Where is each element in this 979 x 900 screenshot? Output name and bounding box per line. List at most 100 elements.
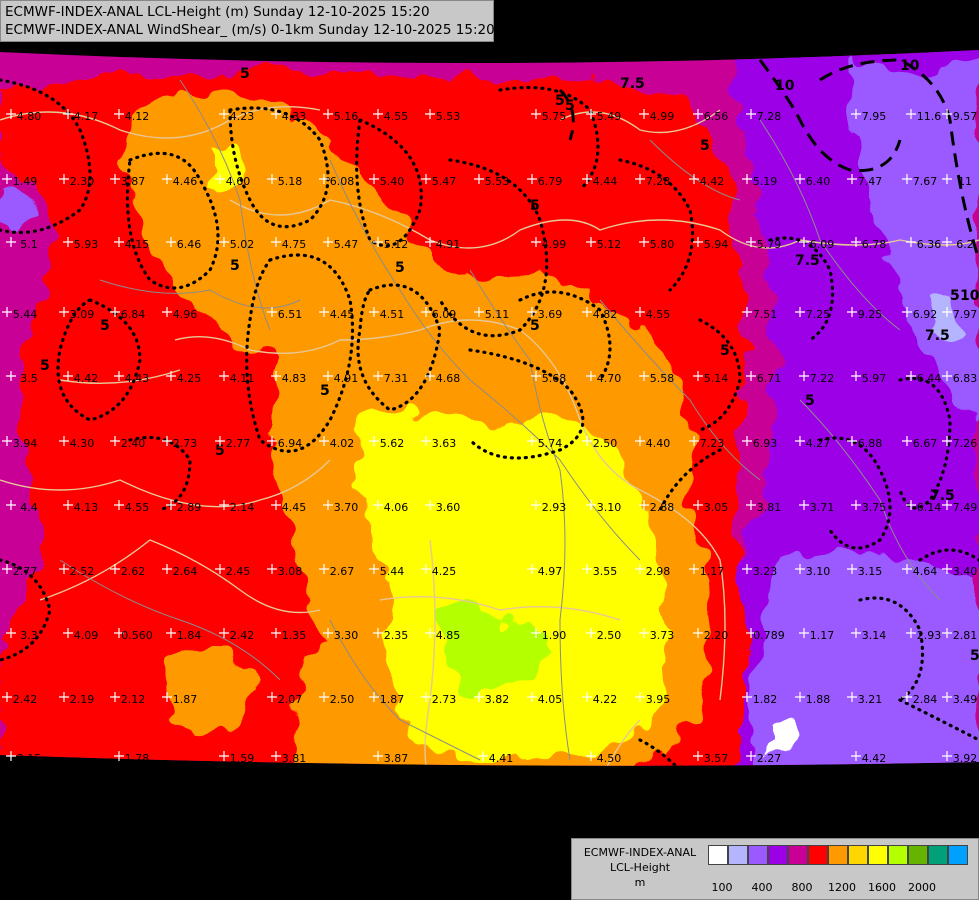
station-value: 3.81 (282, 752, 307, 765)
isotach-label: 10 (775, 78, 795, 94)
station-value: 2.77 (13, 565, 38, 578)
station-value: 3.5 (20, 372, 38, 385)
station-value: 4.25 (432, 565, 457, 578)
station-value: 5.12 (384, 238, 409, 251)
station-value: 7.23 (700, 437, 725, 450)
title-box: ECMWF-INDEX-ANAL LCL-Height (m) Sunday 1… (0, 0, 495, 42)
station-value: 4.83 (282, 372, 307, 385)
station-value: 11 (958, 175, 972, 188)
station-value: 3.15 (858, 565, 883, 578)
isotach-label: 10 (960, 288, 979, 304)
station-value: 2.45 (226, 565, 251, 578)
station-value: 5.16 (334, 110, 359, 123)
station-value: 5.44 (380, 565, 405, 578)
station-value: 5.74 (538, 437, 563, 450)
station-value: 4.80 (17, 110, 42, 123)
station-value: 5.75 (542, 110, 567, 123)
station-value: 4.17 (74, 110, 99, 123)
station-value: 4.45 (330, 308, 355, 321)
station-value: 3.87 (384, 752, 409, 765)
station-value: 2.50 (597, 629, 622, 642)
legend-tick-label: 400 (751, 881, 773, 894)
station-value: 5.68 (542, 372, 567, 385)
station-value: 2.42 (13, 693, 38, 706)
station-value: 3.08 (278, 565, 303, 578)
station-value: 7.47 (858, 175, 883, 188)
station-value: 2.73 (432, 693, 457, 706)
station-value: 4.11 (230, 372, 255, 385)
station-value: 3.94 (13, 437, 38, 450)
station-value: 6.40 (806, 175, 831, 188)
isotach-label: 5 (320, 383, 330, 399)
station-value: 4.45 (282, 501, 307, 514)
station-value: 5.53 (485, 175, 510, 188)
station-value: 4.46 (173, 175, 198, 188)
station-value: 6.44 (917, 372, 942, 385)
isotach-label: 10 (900, 58, 920, 74)
station-value: 5.18 (278, 175, 303, 188)
station-value: 2.64 (173, 565, 198, 578)
station-value: 6.92 (913, 308, 938, 321)
station-value: 6.71 (757, 372, 782, 385)
station-value: 4.55 (646, 308, 671, 321)
station-value: 1.35 (282, 629, 307, 642)
station-value: 5.79 (757, 238, 782, 251)
station-value: 3.30 (334, 629, 359, 642)
station-value: 5.12 (597, 238, 622, 251)
isotach-label: 5 (720, 343, 730, 359)
station-value: 6.84 (121, 308, 146, 321)
station-value: 6.36 (917, 238, 942, 251)
legend-title: ECMWF-INDEX-ANAL LCL-Height m (576, 845, 704, 890)
legend-swatch (788, 845, 808, 865)
isotach-label: 5 (950, 288, 960, 304)
station-value: 4.12 (125, 110, 150, 123)
isotach-label: 5 (240, 66, 250, 82)
isotach-label: 5 (530, 198, 540, 214)
lcl-height-map: 55555555555555557.57.57.57.5101010 4.80 4… (0, 0, 979, 900)
station-value: 4.97 (538, 565, 563, 578)
station-value: 7.67 (913, 175, 938, 188)
isotach-label: 5 (805, 393, 815, 409)
station-value: 1.78 (125, 752, 150, 765)
station-value: 4.50 (597, 752, 622, 765)
station-value: 4.25 (177, 372, 202, 385)
station-value: 3.55 (593, 565, 618, 578)
station-value: 2.14 (230, 501, 255, 514)
station-value: 2.50 (330, 693, 355, 706)
station-value: 4.44 (593, 175, 618, 188)
station-value: 6.08 (330, 175, 355, 188)
legend-tick-label: 100 (711, 881, 733, 894)
station-value: 2.93 (917, 629, 942, 642)
station-value: 6.56 (704, 110, 729, 123)
station-value: 7.22 (810, 372, 835, 385)
station-value: 7.49 (953, 501, 978, 514)
station-value: 7.28 (646, 175, 671, 188)
station-value: 2.73 (173, 437, 198, 450)
legend-swatch (888, 845, 908, 865)
station-value: 3.75 (862, 501, 887, 514)
isotach-label: 7.5 (795, 253, 820, 269)
station-value: 4.06 (384, 501, 409, 514)
isotach-label: 5 (395, 260, 405, 276)
station-value: 3.73 (650, 629, 675, 642)
legend-tick-label: 1200 (828, 881, 856, 894)
lcl-field (0, 50, 979, 766)
station-value: 5.94 (704, 238, 729, 251)
station-value: 1.87 (173, 693, 198, 706)
station-value: 1.90 (542, 629, 567, 642)
station-value: 4.27 (806, 437, 831, 450)
station-value: 1.88 (806, 693, 831, 706)
station-value: 4.33 (282, 110, 307, 123)
station-value: 2.98 (646, 565, 671, 578)
station-value: 5.14 (704, 372, 729, 385)
station-value: 4.30 (70, 437, 95, 450)
station-value: 2.77 (226, 437, 251, 450)
station-value: 5.02 (230, 238, 255, 251)
station-value: 2.81 (953, 629, 978, 642)
station-value: 0.560 (121, 629, 153, 642)
station-value: 7.31 (384, 372, 409, 385)
station-value: 2.67 (330, 565, 355, 578)
station-value: 7.51 (753, 308, 778, 321)
station-value: 5.47 (432, 175, 457, 188)
station-value: 6.51 (278, 308, 303, 321)
